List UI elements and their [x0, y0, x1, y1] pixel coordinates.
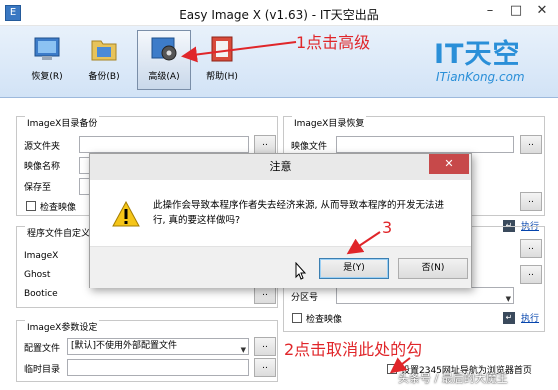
title-bar: E Easy Image X (v1.63) - IT天空出品 – □ ✕ — [0, 0, 558, 26]
advanced-label: 高级(A) — [148, 72, 180, 82]
dialog-close-button[interactable]: ✕ — [429, 154, 469, 174]
param-group-title: ImageX参数设定 — [25, 320, 100, 333]
minimize-button[interactable]: – — [477, 0, 503, 21]
dialog-title: 注意 — [90, 154, 471, 180]
yes-button[interactable]: 是(Y) — [319, 258, 389, 279]
mouse-cursor-icon — [295, 262, 307, 280]
advanced-icon — [151, 37, 177, 61]
image-file-browse-button[interactable]: .. — [520, 135, 542, 154]
right-browse-button-2[interactable]: .. — [520, 265, 542, 284]
right-check-image-label: 检查映像 — [306, 315, 343, 325]
right-execute-icon: ↵ — [503, 312, 515, 324]
ghost-path-label: Ghost — [24, 270, 51, 280]
image-file-label: 映像文件 — [291, 142, 328, 152]
dialog-footer: 是(Y) 否(N) — [90, 246, 471, 288]
backup-button[interactable]: 备份(B) — [77, 30, 131, 90]
imagex-path-label: ImageX — [24, 251, 59, 261]
right-execute-link[interactable]: 执行 — [521, 311, 539, 324]
help-label: 帮助(H) — [206, 72, 238, 82]
window-title: Easy Image X (v1.63) - IT天空出品 — [179, 8, 379, 22]
annotation-step3: 3 — [382, 218, 393, 237]
partition-label: 分区号 — [291, 293, 319, 303]
chevron-down-icon: ▼ — [505, 295, 511, 303]
source-browse-button[interactable]: .. — [254, 135, 276, 154]
save-to-label: 保存至 — [24, 183, 52, 193]
temp-dir-browse-button[interactable]: .. — [254, 358, 276, 377]
program-group-title: 程序文件自定义 — [25, 226, 93, 239]
restore-label: 恢复(R) — [31, 72, 63, 82]
source-folder-input[interactable] — [79, 136, 249, 153]
logo-sub-text: ITianKong.com — [436, 70, 525, 84]
config-file-value: [默认]不使用外部配置文件 — [71, 341, 178, 351]
backup-label: 备份(B) — [88, 72, 120, 82]
annotation-step1: 1点击高级 — [296, 33, 371, 52]
chevron-down-icon: ▼ — [240, 346, 246, 354]
close-window-button[interactable]: ✕ — [529, 0, 555, 21]
annotation-step2: 2点击取消此处的勾 — [284, 340, 423, 359]
maximize-button[interactable]: □ — [503, 0, 529, 21]
temp-dir-label: 临时目录 — [24, 365, 61, 375]
config-file-label: 配置文件 — [24, 344, 61, 354]
config-browse-button[interactable]: .. — [254, 337, 276, 356]
restore-button[interactable]: 恢复(R) — [20, 30, 74, 90]
no-button[interactable]: 否(N) — [398, 258, 468, 279]
image-file-input[interactable] — [336, 136, 514, 153]
dialog-message: 此操作会导致本程序作者失去经济来源, 从而导致本程序的开发无法进行, 真的要这样… — [153, 200, 445, 226]
source-folder-label: 源文件夹 — [24, 142, 61, 152]
backup-icon — [91, 40, 117, 61]
backup-check-image-label: 检查映像 — [40, 203, 77, 213]
help-icon — [211, 36, 233, 62]
advanced-button[interactable]: 高级(A) — [137, 30, 191, 90]
help-button[interactable]: 帮助(H) — [195, 30, 249, 90]
temp-dir-input[interactable] — [67, 359, 249, 376]
it-tiankong-logo: IT天空 ITianKong.com — [428, 32, 554, 92]
imagex-params-group: ImageX参数设定 配置文件 [默认]不使用外部配置文件 ▼ .. 临时目录 .… — [16, 320, 278, 382]
warning-icon — [112, 201, 140, 227]
right-browse-button-1[interactable]: .. — [520, 239, 542, 258]
bootice-path-label: Bootice — [24, 289, 58, 299]
homepage-checkbox[interactable] — [387, 364, 397, 374]
right-check-image-checkbox[interactable] — [292, 313, 302, 323]
backup-check-image-checkbox[interactable] — [26, 201, 36, 211]
backup-group-title: ImageX目录备份 — [25, 116, 100, 129]
config-file-select[interactable]: [默认]不使用外部配置文件 ▼ — [67, 338, 249, 355]
watermark: 头条号 / 最后的大魔王 — [398, 372, 508, 385]
warning-dialog: 注意 ✕ 此操作会导致本程序作者失去经济来源, 从而导致本程序的开发无法进行, … — [89, 153, 472, 288]
image-name-label: 映像名称 — [24, 162, 61, 172]
logo-main-text: IT天空 — [434, 39, 521, 70]
restore-group-title: ImageX目录恢复 — [292, 116, 367, 129]
partition-select[interactable]: ▼ — [336, 287, 514, 304]
restore-icon — [34, 37, 60, 60]
restore-browse-button[interactable]: .. — [520, 192, 542, 211]
